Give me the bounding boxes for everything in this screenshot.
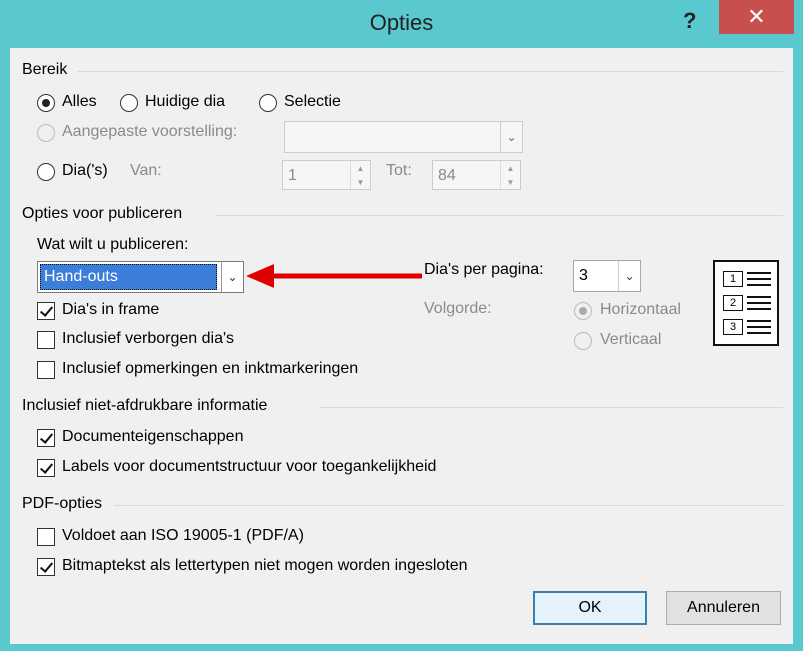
radio-verticaal[interactable] [574,332,592,350]
checkbox-labels-toegankelijkheid[interactable] [37,459,55,477]
spin-up-icon[interactable]: ▲ [500,161,520,175]
preview-box-3: 3 [723,319,743,335]
label-tot: Tot: [386,162,412,179]
radio-selectie[interactable] [259,94,277,112]
label-aangepaste-voorstelling: Aangepaste voorstelling: [62,123,238,140]
spin-down-icon[interactable]: ▼ [500,175,520,189]
section-bereik-heading: Bereik [22,61,68,78]
label-bitmaptekst: Bitmaptekst als lettertypen niet mogen w… [62,557,468,574]
label-volgorde: Volgorde: [424,300,492,317]
radio-aangepaste-voorstelling[interactable] [37,124,55,142]
preview-box-1: 1 [723,271,743,287]
label-dias: Dia('s) [62,162,108,179]
van-spinner[interactable]: 1 ▲ ▼ [282,160,371,190]
tot-value: 84 [438,167,456,184]
tot-spinner[interactable]: 84 ▲ ▼ [432,160,521,190]
label-labels-toegankelijkheid: Labels voor documentstructuur voor toega… [62,458,437,475]
dias-per-pagina-value: 3 [579,267,588,284]
red-arrow-annotation [246,264,422,288]
radio-huidige-dia[interactable] [120,94,138,112]
section-niet-afdrukbaar-heading: Inclusief niet-afdrukbare informatie [22,397,268,414]
spin-down-icon[interactable]: ▼ [350,175,370,189]
label-van: Van: [130,162,162,179]
label-dias-in-frame: Dia's in frame [62,301,160,318]
label-huidige-dia: Huidige dia [145,93,226,110]
checkbox-opmerkingen[interactable] [37,361,55,379]
close-button[interactable]: ✕ [719,0,794,34]
title-bar: Opties ? ✕ [0,0,803,48]
handout-preview-icon: 1 2 3 [713,260,779,346]
section-publiceren-heading: Opties voor publiceren [22,205,183,222]
selected-highlight: Hand-outs [40,264,217,290]
dialog-body: Bereik Alles Huidige dia Selectie Aangep… [10,48,793,644]
help-button[interactable]: ? [683,8,696,34]
annuleren-button[interactable]: Annuleren [666,591,781,625]
chevron-down-icon[interactable]: ⌄ [618,261,640,291]
wat-publiceren-value: Hand-outs [44,268,118,285]
chevron-down-icon: ⌄ [500,122,522,152]
label-iso: Voldoet aan ISO 19005-1 (PDF/A) [62,527,304,544]
checkbox-bitmaptekst[interactable] [37,558,55,576]
label-opmerkingen: Inclusief opmerkingen en inktmarkeringen [62,360,359,377]
aangepaste-voorstelling-select[interactable]: ⌄ [284,121,523,153]
radio-dias[interactable] [37,163,55,181]
label-horizontaal: Horizontaal [600,301,681,318]
van-value: 1 [288,167,297,184]
close-icon: ✕ [747,4,766,29]
label-alles: Alles [62,93,97,111]
radio-alles[interactable] [37,94,55,112]
divider [114,505,783,506]
chevron-down-icon[interactable]: ⌄ [221,262,243,292]
preview-box-2: 2 [723,295,743,311]
label-verticaal: Verticaal [600,331,662,348]
label-wat-publiceren: Wat wilt u publiceren: [37,236,189,253]
divider [320,407,783,408]
checkbox-documenteigenschappen[interactable] [37,429,55,447]
label-alles-text: Alles [62,93,97,110]
options-dialog: Opties ? ✕ Bereik Alles Huidige dia Sele… [0,0,803,651]
wat-publiceren-select[interactable]: Hand-outs ⌄ [37,261,244,293]
section-pdf-heading: PDF-opties [22,495,103,512]
dias-per-pagina-select[interactable]: 3 ⌄ [573,260,641,292]
label-documenteigenschappen: Documenteigenschappen [62,428,244,445]
label-dias-per-pagina: Dia's per pagina: [424,261,544,278]
spin-up-icon[interactable]: ▲ [350,161,370,175]
label-verborgen-dias: Inclusief verborgen dia's [62,330,235,347]
checkbox-verborgen-dias[interactable] [37,331,55,349]
checkbox-iso[interactable] [37,528,55,546]
divider [78,71,783,72]
divider [216,215,783,216]
radio-horizontaal[interactable] [574,302,592,320]
label-selectie: Selectie [284,93,341,110]
checkbox-dias-in-frame[interactable] [37,302,55,320]
ok-button[interactable]: OK [533,591,647,625]
